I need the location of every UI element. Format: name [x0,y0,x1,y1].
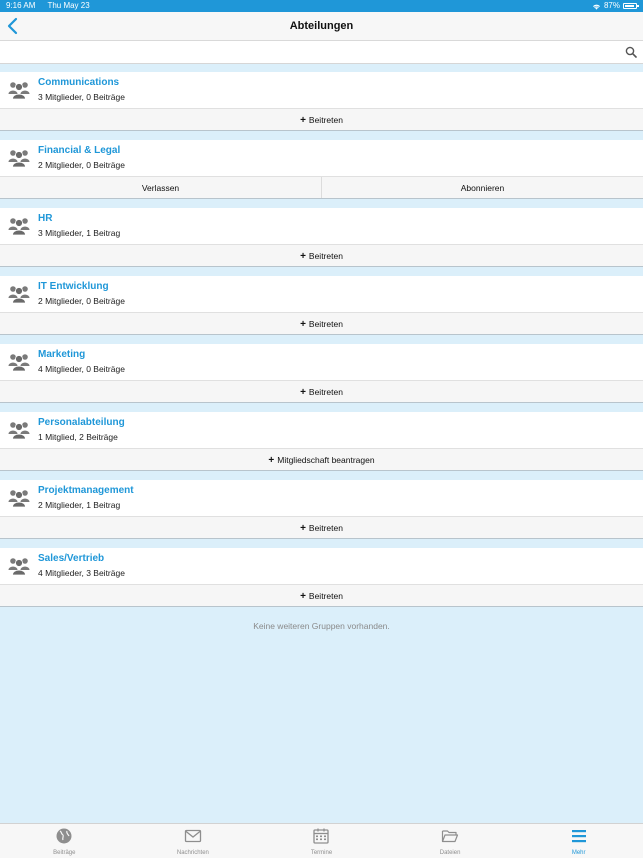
group-actions: + Beitreten [0,516,643,539]
plus-icon: + [300,523,306,534]
battery-percent: 87% [603,1,620,10]
group-item: Personalabteilung 1 Mitglied, 2 Beiträge +… [0,404,643,472]
plus-icon: + [300,591,306,602]
tab-nachrichten[interactable]: Nachrichten [129,824,258,858]
group-action-button[interactable]: Abonnieren [321,177,643,198]
group-card[interactable]: IT Entwicklung 2 Mitglieder, 0 Beiträge [0,276,643,312]
group-action-button[interactable]: + Beitreten [0,313,643,334]
group-actions: + Beitreten [0,244,643,267]
group-item: Communications 3 Mitglieder, 0 Beiträge + B… [0,64,643,132]
group-name[interactable]: Communications [38,77,119,88]
group-action-button[interactable]: + Beitreten [0,381,643,402]
battery-icon [623,3,639,9]
group-actions: + Beitreten [0,584,643,607]
group-action-label: Beitreten [308,523,343,533]
group-action-label: Verlassen [141,183,180,193]
group-avatar-icon [8,78,30,100]
tab-dateien[interactable]: Dateien [386,824,515,858]
group-avatar-icon [8,350,30,372]
group-meta: 3 Mitglieder, 0 Beiträge [38,92,125,102]
group-card[interactable]: Communications 3 Mitglieder, 0 Beiträge [0,72,643,108]
group-card[interactable]: HR 3 Mitglieder, 1 Beitrag [0,208,643,244]
group-item: Financial & Legal 2 Mitglieder, 0 Beiträg… [0,132,643,200]
group-avatar-icon [8,554,30,576]
tab-termine[interactable]: Termine [257,824,386,858]
group-meta: 2 Mitglieder, 0 Beiträge [38,160,125,170]
tab-label: Dateien [439,850,461,856]
tab-mehr[interactable]: Mehr [514,824,643,858]
plus-icon: + [300,251,306,262]
group-actions: + Beitreten [0,108,643,131]
group-action-button[interactable]: Verlassen [0,177,321,198]
group-action-button[interactable]: + Beitreten [0,245,643,266]
group-meta: 2 Mitglieder, 1 Beitrag [38,500,121,510]
wifi-icon [592,4,600,10]
group-action-button[interactable]: + Beitreten [0,585,643,606]
status-date: Thu May 23 [47,1,90,10]
group-action-label: Beitreten [308,387,343,397]
group-action-label: Mitgliedschaft beantragen [277,455,375,465]
group-card[interactable]: Sales/Vertrieb 4 Mitglieder, 3 Beiträge [0,548,643,584]
group-avatar-icon [8,486,30,508]
group-card[interactable]: Personalabteilung 1 Mitglied, 2 Beiträge [0,412,643,448]
search-icon[interactable] [625,46,637,58]
tab-label: Beiträge [53,850,76,856]
group-card[interactable]: Financial & Legal 2 Mitglieder, 0 Beiträg… [0,140,643,176]
page-title: Abteilungen [289,20,354,32]
group-actions: Verlassen Abonnieren [0,176,643,199]
group-item: IT Entwicklung 2 Mitglieder, 0 Beiträge + B… [0,268,643,336]
no-more-groups-note: Keine weiteren Gruppen vorhanden. [253,621,390,631]
tab-label: Termine [310,850,333,856]
group-avatar-icon [8,282,30,304]
group-name[interactable]: Financial & Legal [38,145,120,156]
group-meta: 2 Mitglieder, 0 Beiträge [38,296,125,306]
group-meta: 3 Mitglieder, 1 Beitrag [38,228,121,238]
plus-icon: + [300,319,306,330]
tab-label: Nachrichten [176,850,209,856]
plus-icon: + [300,115,306,126]
tab-label: Mehr [571,850,586,856]
group-action-button[interactable]: + Beitreten [0,517,643,538]
group-action-label: Beitreten [308,115,343,125]
group-name[interactable]: IT Entwicklung [38,281,109,292]
tab-bar: Beiträge Nachrichten Termine Dateien Mehr [0,823,643,858]
group-card[interactable]: Projektmanagement 2 Mitglieder, 1 Beitrag [0,480,643,516]
search-input[interactable] [6,43,616,62]
group-name[interactable]: Personalabteilung [38,417,125,428]
group-action-button[interactable]: + Beitreten [0,109,643,130]
group-avatar-icon [8,418,30,440]
search-bar [0,41,643,64]
group-action-label: Abonnieren [460,183,505,193]
group-item: Projektmanagement 2 Mitglieder, 1 Beitrag… [0,472,643,540]
tab-beiträge[interactable]: Beiträge [0,824,129,858]
group-item: Marketing 4 Mitglieder, 0 Beiträge + Beitre… [0,336,643,404]
group-actions: + Beitreten [0,380,643,403]
group-item: HR 3 Mitglieder, 1 Beitrag + Beitreten [0,200,643,268]
group-name[interactable]: HR [38,213,52,224]
group-name[interactable]: Projektmanagement [38,485,134,496]
group-avatar-icon [8,146,30,168]
group-card[interactable]: Marketing 4 Mitglieder, 0 Beiträge [0,344,643,380]
plus-icon: + [268,455,275,466]
group-name[interactable]: Marketing [38,349,85,360]
group-meta: 4 Mitglieder, 0 Beiträge [38,364,125,374]
group-action-label: Beitreten [308,251,343,261]
group-meta: 4 Mitglieder, 3 Beiträge [38,568,125,578]
group-action-button[interactable]: + Mitgliedschaft beantragen [0,449,643,470]
navigation-bar: Abteilungen [0,12,643,41]
plus-icon: + [300,387,306,398]
group-item: Sales/Vertrieb 4 Mitglieder, 3 Beiträge + B… [0,540,643,608]
group-actions: + Mitgliedschaft beantragen [0,448,643,471]
status-bar: 9:16 AM Thu May 23 87% [0,0,643,12]
group-avatar-icon [8,214,30,236]
group-action-label: Beitreten [308,591,343,601]
group-meta: 1 Mitglied, 2 Beiträge [38,432,118,442]
status-time: 9:16 AM [6,1,36,10]
group-name[interactable]: Sales/Vertrieb [38,553,104,564]
group-actions: + Beitreten [0,312,643,335]
group-action-label: Beitreten [308,319,343,329]
